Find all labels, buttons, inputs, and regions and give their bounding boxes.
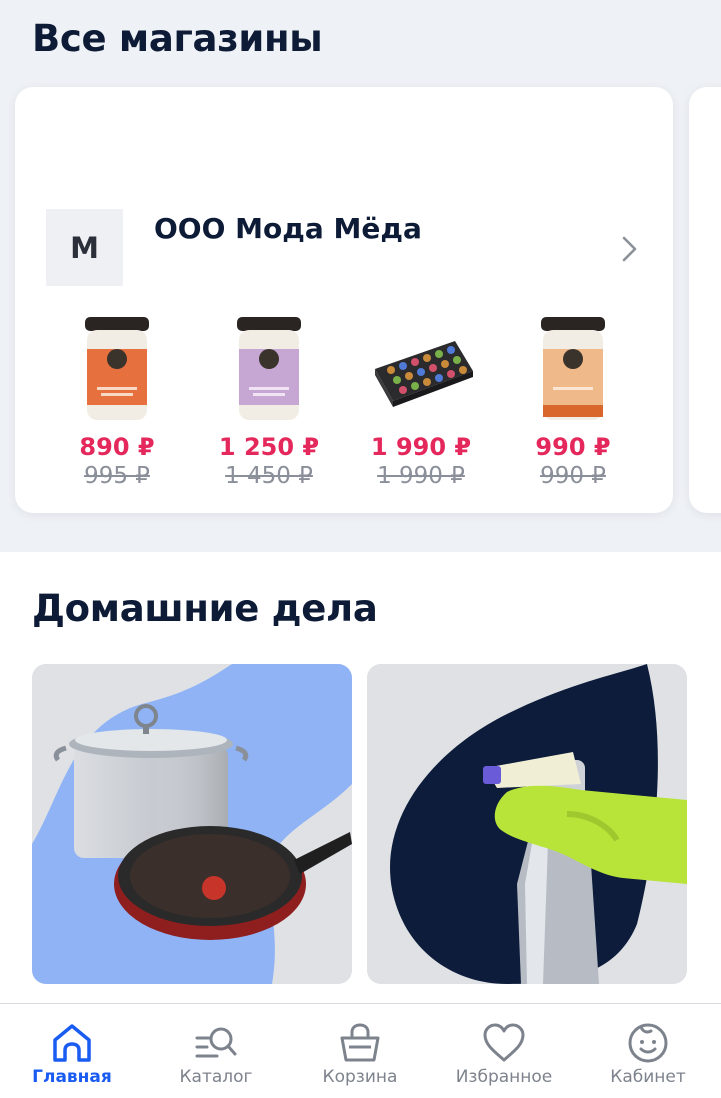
bottom-tab-bar: Главная Каталог Корзина Избранное Кабине…: [0, 1003, 721, 1098]
tab-profile-label: Кабинет: [610, 1067, 686, 1087]
home-chores-title: Домашние дела: [32, 587, 378, 630]
next-shop-card[interactable]: [689, 87, 721, 513]
product-item[interactable]: 890 ₽ 995 ₽: [47, 313, 187, 489]
shop-name[interactable]: ООО Мода Мёда: [154, 212, 422, 245]
catalog-search-icon: [195, 1027, 237, 1058]
product-price: 1 250 ₽: [218, 433, 320, 461]
chevron-right-icon[interactable]: [617, 234, 641, 264]
honey-jar-icon: [541, 317, 605, 420]
cookware-pot-pan-icon: [32, 664, 352, 984]
gift-box-icon: [375, 341, 473, 407]
home-icon: [53, 1024, 91, 1062]
tab-profile[interactable]: Кабинет: [576, 1004, 720, 1098]
basket-icon: [340, 1023, 380, 1062]
all-shops-title: Все магазины: [32, 17, 323, 60]
cookware-tile[interactable]: [32, 664, 352, 984]
product-old-price: 990 ₽: [540, 463, 606, 489]
shop-logo: М: [46, 209, 123, 286]
tab-favorites[interactable]: Избранное: [432, 1004, 576, 1098]
tab-cart-label: Корзина: [322, 1067, 398, 1087]
honey-jar-icon: [85, 317, 149, 420]
product-item[interactable]: 990 ₽ 990 ₽: [503, 313, 643, 489]
tab-favorites-label: Избранное: [455, 1067, 553, 1087]
tab-catalog-label: Каталог: [179, 1067, 253, 1087]
shop-card[interactable]: М ООО Мода Мёда 890 ₽ 995 ₽ 1 250 ₽ 1 45…: [15, 87, 673, 513]
product-price: 990 ₽: [535, 433, 611, 461]
tab-cart[interactable]: Корзина: [288, 1004, 432, 1098]
cleaning-spray-icon: [367, 664, 687, 984]
product-item[interactable]: 1 990 ₽ 1 990 ₽: [351, 313, 491, 489]
honey-jar-icon: [237, 317, 301, 420]
product-old-price: 1 990 ₽: [377, 463, 465, 489]
product-old-price: 995 ₽: [84, 463, 150, 489]
heart-icon: [483, 1023, 525, 1062]
product-old-price: 1 450 ₽: [225, 463, 313, 489]
profile-face-icon: [628, 1023, 668, 1063]
product-price: 1 990 ₽: [370, 433, 472, 461]
product-item[interactable]: 1 250 ₽ 1 450 ₽: [199, 313, 339, 489]
tab-home[interactable]: Главная: [0, 1004, 144, 1098]
product-price: 890 ₽: [79, 433, 155, 461]
cleaning-tile[interactable]: [367, 664, 687, 984]
tab-catalog[interactable]: Каталог: [144, 1004, 288, 1098]
tab-home-label: Главная: [32, 1067, 112, 1087]
